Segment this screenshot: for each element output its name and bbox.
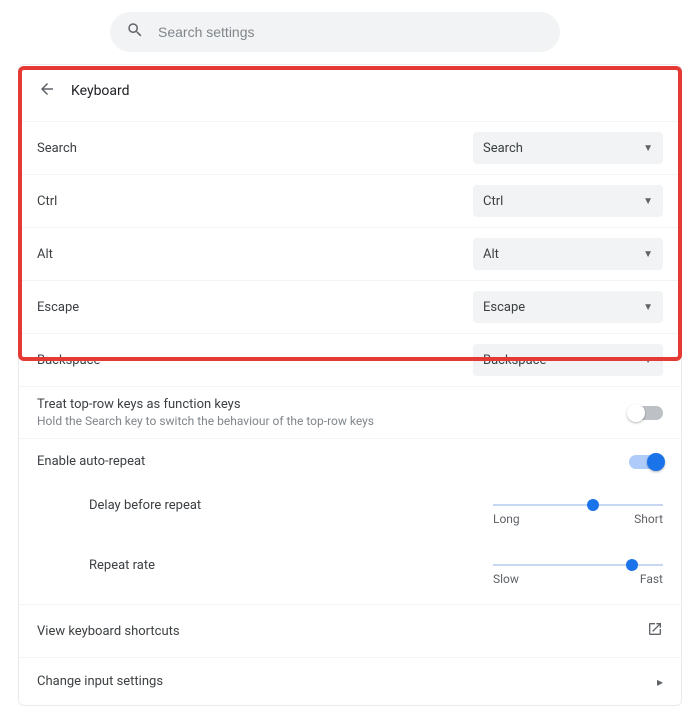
- select-value: Backspace: [483, 353, 546, 368]
- external-link-icon: [647, 621, 663, 641]
- slider-knob[interactable]: [587, 499, 599, 511]
- select-value: Ctrl: [483, 194, 503, 209]
- chevron-down-icon: ▼: [643, 249, 653, 260]
- page-title: Keyboard: [71, 83, 130, 99]
- search-bar[interactable]: [110, 12, 560, 52]
- rate-slider[interactable]: [493, 564, 663, 566]
- toprow-description: Hold the Search key to switch the behavi…: [37, 414, 374, 428]
- remap-label: Ctrl: [37, 194, 57, 209]
- autorepeat-label: Enable auto-repeat: [37, 454, 145, 469]
- search-input[interactable]: [158, 24, 544, 40]
- chevron-down-icon: ▼: [643, 302, 653, 313]
- remap-label: Alt: [37, 247, 53, 262]
- arrow-left-icon: [38, 80, 56, 102]
- chevron-down-icon: ▼: [643, 143, 653, 154]
- delay-slider[interactable]: [493, 504, 663, 506]
- toprow-label: Treat top-row keys as function keys: [37, 397, 374, 412]
- remap-select-ctrl[interactable]: Ctrl ▼: [473, 185, 663, 217]
- slider-knob[interactable]: [626, 559, 638, 571]
- search-icon: [126, 21, 144, 43]
- chevron-down-icon: ▼: [643, 196, 653, 207]
- select-value: Search: [483, 141, 523, 156]
- change-input-link[interactable]: Change input settings ▸: [19, 657, 681, 705]
- chevron-right-icon: ▸: [657, 675, 663, 689]
- toggle-knob: [627, 404, 645, 422]
- remap-label: Search: [37, 141, 77, 156]
- remap-select-search[interactable]: Search ▼: [473, 132, 663, 164]
- back-button[interactable]: [37, 81, 57, 101]
- remap-select-backspace[interactable]: Backspace ▼: [473, 344, 663, 376]
- remap-label: Escape: [37, 300, 79, 315]
- rate-label: Repeat rate: [89, 558, 155, 573]
- chevron-down-icon: ▼: [643, 355, 653, 366]
- rate-right-label: Fast: [640, 572, 663, 586]
- toggle-knob: [647, 453, 665, 471]
- remap-select-alt[interactable]: Alt ▼: [473, 238, 663, 270]
- view-shortcuts-label: View keyboard shortcuts: [37, 624, 180, 639]
- delay-left-label: Long: [493, 512, 520, 526]
- remap-label: Backspace: [37, 353, 100, 368]
- delay-right-label: Short: [634, 512, 663, 526]
- select-value: Escape: [483, 300, 525, 315]
- rate-left-label: Slow: [493, 572, 519, 586]
- delay-label: Delay before repeat: [89, 498, 201, 513]
- view-shortcuts-link[interactable]: View keyboard shortcuts: [19, 604, 681, 657]
- autorepeat-toggle[interactable]: [629, 455, 663, 469]
- select-value: Alt: [483, 247, 499, 262]
- toprow-toggle[interactable]: [629, 406, 663, 420]
- change-input-label: Change input settings: [37, 674, 163, 689]
- remap-select-escape[interactable]: Escape ▼: [473, 291, 663, 323]
